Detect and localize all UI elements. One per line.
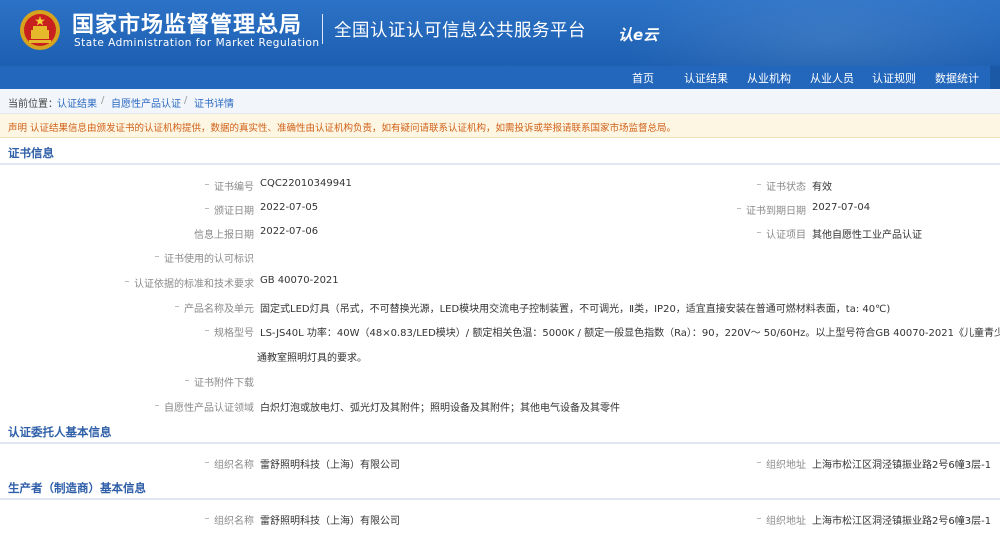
renyiyun-logo: 认e云 <box>618 26 660 44</box>
breadcrumb-separator: / <box>101 95 105 106</box>
cert-field-label: 自愿性产品认证领域 <box>164 403 254 414</box>
label-bullet <box>175 306 179 307</box>
section-title: 认证委托人基本信息 <box>8 425 112 439</box>
client-org-addr-label: 组织地址 <box>766 460 806 471</box>
breadcrumb-voluntary-cert[interactable]: 自愿性产品认证 <box>111 95 181 110</box>
disclaimer-text: 声明 认证结果信息由颁发证书的认证机构提供，数据的真实性、准确性由认证机构负责，… <box>8 123 677 134</box>
project-value: 其他自愿性工业产品认证 <box>812 230 922 241</box>
nav-home[interactable]: 首页 <box>632 70 654 86</box>
status-value: 有效 <box>812 182 832 193</box>
section-cert-info: 证书信息 <box>0 140 1000 165</box>
label-bullet <box>757 232 761 233</box>
client-org-name-label: 组织名称 <box>214 460 254 471</box>
model-value-line1: LS-JS40L 功率：40W（48×0.83/LED模块）/ 额定相关色温：5… <box>260 328 1000 339</box>
breadcrumb-current-label: 当前位置： <box>8 99 58 110</box>
project-label: 认证项目 <box>766 230 806 241</box>
org-title: 国家市场监督管理总局 <box>72 13 303 38</box>
issue-date-value: 2022-07-05 <box>260 202 319 213</box>
breadcrumb-cert-detail: 证书详情 <box>194 99 234 110</box>
producer-org-addr-value: 上海市松江区洞泾镇振业路2号6幢3层-1 <box>812 516 992 527</box>
section-title: 证书信息 <box>8 146 54 160</box>
header-divider <box>322 14 323 44</box>
breadcrumb-separator: / <box>184 95 188 106</box>
producer-org-addr-label: 组织地址 <box>766 516 806 527</box>
cert-no-value: CQC22010349941 <box>260 178 352 189</box>
label-bullet <box>205 462 209 463</box>
product-value: 固定式LED灯具（吊式，不可替换光源，LED模块用交流电子控制装置，不可调光，Ⅱ… <box>260 304 891 315</box>
label-bullet <box>205 184 209 185</box>
producer-org-name-label: 组织名称 <box>214 516 254 527</box>
nav-statistics[interactable]: 数据统计 <box>935 70 979 86</box>
label-bullet <box>737 208 741 209</box>
national-emblem-icon <box>20 10 60 50</box>
client-org-name-value: 雷舒照明科技（上海）有限公司 <box>260 460 400 471</box>
nav-edge <box>990 66 1000 89</box>
section-producer-info: 生产者（制造商）基本信息 <box>0 475 1000 500</box>
section-client-info: 认证委托人基本信息 <box>0 419 1000 444</box>
issue-date-label: 颁证日期 <box>214 206 254 217</box>
status-label: 证书状态 <box>766 182 806 193</box>
main-nav: 首页 认证结果 从业机构 从业人员 认证规则 数据统计 <box>0 66 1000 89</box>
header-decoration <box>620 0 1000 66</box>
label-bullet <box>185 380 189 381</box>
product-label: 产品名称及单元 <box>184 304 254 315</box>
attachment-download-label: 证书附件下载 <box>194 378 254 389</box>
label-bullet <box>155 405 159 406</box>
breadcrumb: 当前位置： 认证结果 / 自愿性产品认证 / 证书详情 <box>0 89 1000 114</box>
cert-no-label: 证书编号 <box>214 182 254 193</box>
breadcrumb-cert-results[interactable]: 认证结果 <box>57 95 97 110</box>
platform-title: 全国认证认可信息公共服务平台 <box>334 21 586 41</box>
nav-institutions[interactable]: 从业机构 <box>747 70 791 86</box>
disclaimer-notice: 声明 认证结果信息由颁发证书的认证机构提供，数据的真实性、准确性由认证机构负责，… <box>0 114 1000 138</box>
standard-value: GB 40070-2021 <box>260 275 339 286</box>
model-value-line2: 通教室照明灯具的要求。 <box>257 353 367 364</box>
standard-label: 认证依据的标准和技术要求 <box>134 279 254 290</box>
report-date-label: 信息上报日期 <box>194 230 254 241</box>
report-date-value: 2022-07-06 <box>260 226 319 237</box>
section-title: 生产者（制造商）基本信息 <box>8 481 146 495</box>
site-header: 国家市场监督管理总局 State Administration for Mark… <box>0 0 1000 66</box>
org-subtitle: State Administration for Market Regulati… <box>74 37 320 49</box>
nav-cert-rules[interactable]: 认证规则 <box>872 70 916 86</box>
client-org-addr-value: 上海市松江区洞泾镇振业路2号6幢3层-1 <box>812 460 992 471</box>
nav-practitioners[interactable]: 从业人员 <box>810 70 854 86</box>
cert-field-value: 白炽灯泡或放电灯、弧光灯及其附件；照明设备及其附件；其他电气设备及其零件 <box>260 403 620 414</box>
model-label: 规格型号 <box>214 328 254 339</box>
nav-cert-results[interactable]: 认证结果 <box>684 70 728 86</box>
producer-org-name-value: 雷舒照明科技（上海）有限公司 <box>260 516 400 527</box>
label-bullet <box>757 462 761 463</box>
logo-text: 认e云 <box>618 26 660 44</box>
label-bullet <box>205 208 209 209</box>
label-bullet <box>757 184 761 185</box>
accreditation-mark-label: 证书使用的认可标识 <box>164 254 254 265</box>
label-bullet <box>205 518 209 519</box>
label-bullet <box>205 330 209 331</box>
label-bullet <box>155 256 159 257</box>
expiry-date-value: 2027-07-04 <box>812 202 871 213</box>
expiry-date-label: 证书到期日期 <box>746 206 806 217</box>
label-bullet <box>125 281 129 282</box>
label-bullet <box>757 518 761 519</box>
